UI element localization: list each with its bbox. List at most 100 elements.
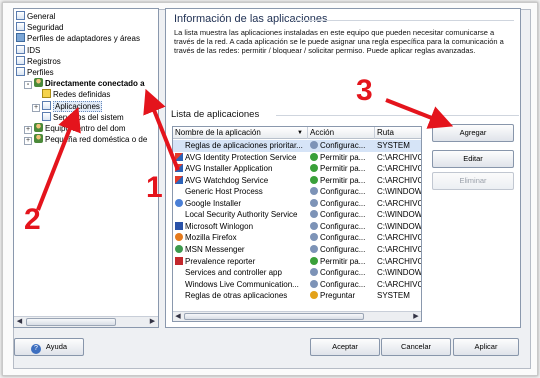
list-title: Lista de aplicaciones [171,109,260,120]
cell-name: Google Installer [173,198,308,210]
table-row[interactable]: Reglas de otras aplicaciones Preguntar SYS… [173,290,421,302]
scroll-right-icon[interactable]: ▶ [411,312,421,321]
column-header-action[interactable]: Acción [308,127,375,139]
cell-action-text: Configurac... [320,268,366,278]
collapse-icon[interactable]: - [24,81,32,90]
cell-action-text: Configurac... [320,279,366,289]
tree-item-label: IDS [27,45,41,55]
column-header-label: Ruta [377,128,394,137]
cell-name: AVG Watchdog Service [173,175,308,187]
cell-path-text: C:\ARCHIVO [377,233,422,243]
tree-item-label: Perfiles de adaptadores y áreas [27,34,140,44]
table-row[interactable]: Local Security Authority Service Configur… [173,209,421,221]
tree-horizontal-scrollbar[interactable]: ◀ ▶ [14,316,158,327]
cell-name: MSN Messenger [173,244,308,256]
firefox-icon [175,233,183,242]
help-icon: ? [30,344,41,354]
tree-item[interactable]: Perfiles de adaptadores y áreas [16,33,140,44]
edit-button[interactable]: Editar [432,150,514,168]
cell-name-text: Services and controller app [185,268,282,278]
tree-item[interactable]: Registros [16,55,61,67]
table-row[interactable]: Windows Live Communication... Configurac.… [173,279,421,291]
cell-path: C:\ARCHIVO [375,232,422,244]
cell-action: Permitir pa... [308,175,375,187]
tree-item[interactable]: + Equipo dentro del dom [24,123,126,134]
tree-item[interactable]: Redes definidas [42,89,110,100]
cell-path: C:\WINDOW [375,209,421,221]
user-icon [34,134,43,144]
cell-name: Microsoft Winlogon [173,221,308,233]
table-row[interactable]: AVG Installer Application Permitir pa... C… [173,163,421,175]
cell-path-text: C:\ARCHIVO [377,198,422,208]
tree-item[interactable]: IDS [16,44,41,56]
config-icon [310,268,318,277]
cell-path-text: SYSTEM [377,291,410,301]
allow-icon [310,175,318,184]
tree-item[interactable]: - Directamente conectado a [24,78,145,90]
tree-item[interactable]: Seguridad [16,22,63,33]
expand-icon[interactable]: + [24,137,32,146]
cell-action-text: Configurac... [320,221,366,231]
page-icon [16,67,25,76]
config-icon [310,221,318,230]
cell-action-text: Configurac... [320,141,366,150]
cell-name: Mozilla Firefox [173,232,308,244]
tree-item-label: Redes definidas [53,90,111,100]
tree-item[interactable]: + Pequeña red doméstica o de [24,134,147,146]
table-row[interactable]: Reglas de aplicaciones prioritar... Confi… [173,140,421,152]
cell-action-text: Permitir pa... [320,164,366,174]
cell-path-text: C:\ARCHIVO [377,256,422,266]
column-header-name[interactable]: Nombre de la aplicación ▼ [173,127,308,139]
tree-item[interactable]: + Aplicaciones [32,100,102,112]
apply-button[interactable]: Aplicar [453,338,519,356]
scroll-thumb[interactable] [26,318,116,326]
cell-action: Configurac... [308,279,375,291]
table-row[interactable]: Mozilla Firefox Configurac... C:\ARCHIVO [173,232,421,244]
table-row[interactable]: Microsoft Winlogon Configurac... C:\WINDOW [173,221,421,233]
add-button[interactable]: Agregar [432,124,514,142]
expand-icon[interactable]: + [32,103,40,112]
applications-table[interactable]: Nombre de la aplicación ▼ Acción Ruta Re… [172,126,422,322]
cell-name: Services and controller app [173,267,308,279]
config-icon [310,141,318,149]
column-header-path[interactable]: Ruta [375,127,421,139]
config-icon [310,187,318,196]
scroll-thumb[interactable] [184,313,364,320]
cell-name-text: MSN Messenger [185,244,245,254]
cancel-button[interactable]: Cancelar [381,338,451,356]
section-description: La lista muestra las aplicaciones instal… [174,28,504,55]
table-row[interactable]: AVG Watchdog Service Permitir pa... C:\ARC… [173,175,421,187]
table-row[interactable]: AVG Identity Protection Service Permitir … [173,152,421,164]
table-row[interactable]: Prevalence reporter Permitir pa... C:\ARCH… [173,256,421,268]
cell-name-text: AVG Identity Protection Service [185,152,297,162]
cell-name-text: AVG Installer Application [185,164,273,174]
cell-name-text: Mozilla Firefox [185,233,237,243]
cell-name: Local Security Authority Service [173,209,308,221]
table-row[interactable]: Google Installer Configurac... C:\ARCHIVO [173,198,421,210]
settings-tree[interactable]: General Seguridad Perfiles de adaptadores … [13,8,159,328]
cell-action-text: Permitir pa... [320,256,366,266]
cell-name-text: Reglas de otras aplicaciones [185,291,288,301]
cell-path: C:\ARCHIVO [375,279,421,291]
tree-item[interactable]: General [16,11,55,22]
table-row[interactable]: Services and controller app Configurac...… [173,267,421,279]
cell-name-text: AVG Watchdog Service [185,175,269,185]
cell-path: C:\ARCHIVO [375,256,422,268]
help-button[interactable]: ? Ayuda [14,338,84,356]
table-row[interactable]: MSN Messenger Configurac... C:\ARCHIVO [173,244,421,256]
tree-item[interactable]: Perfiles [16,67,54,78]
delete-button[interactable]: Eliminar [432,172,514,190]
scroll-right-icon[interactable]: ▶ [147,317,158,327]
table-row[interactable]: Generic Host Process Configurac... C:\WIND… [173,186,421,198]
accept-button[interactable]: Aceptar [310,338,380,356]
tree-item-label: Perfiles [27,68,54,77]
scroll-left-icon[interactable]: ◀ [173,312,183,321]
warning-icon [42,89,51,99]
scroll-left-icon[interactable]: ◀ [14,317,25,327]
tree-item[interactable]: Servicios del sistem [42,111,124,123]
cell-action-text: Configurac... [320,187,366,197]
table-horizontal-scrollbar[interactable]: ◀ ▶ [173,311,421,321]
avg-icon [175,164,183,173]
page-icon [42,111,51,121]
expand-icon[interactable]: + [24,126,32,134]
